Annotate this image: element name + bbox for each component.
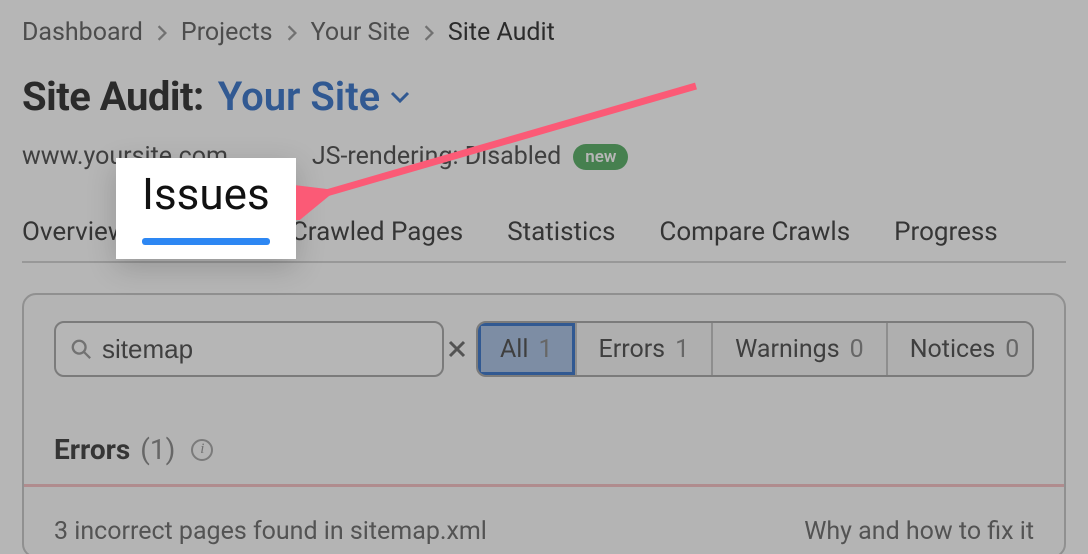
site-selector[interactable]: Your Site: [218, 73, 410, 120]
search-input[interactable]: [92, 334, 447, 365]
search-box[interactable]: [54, 321, 444, 377]
filter-count: 0: [850, 335, 864, 364]
tab-compare-crawls[interactable]: Compare Crawls: [659, 217, 850, 247]
chevron-right-icon: [157, 25, 167, 41]
info-icon[interactable]: i: [191, 439, 213, 461]
js-rendering-status: JS-rendering: Disabled: [312, 142, 561, 171]
filter-label: Warnings: [735, 335, 839, 364]
breadcrumb: Dashboard Projects Your Site Site Audit: [22, 18, 1066, 47]
filter-count: 0: [1005, 335, 1019, 364]
errors-heading: Errors (1) i: [54, 433, 1034, 466]
chevron-down-icon: [390, 90, 410, 104]
filter-count: 1: [538, 335, 552, 364]
chevron-right-icon: [287, 25, 297, 41]
issue-title: 3 incorrect pages found in sitemap.xml: [54, 517, 487, 546]
breadcrumb-item[interactable]: Projects: [181, 18, 273, 47]
breadcrumb-item-current: Site Audit: [448, 18, 555, 47]
search-icon: [70, 338, 92, 360]
error-divider: [24, 484, 1064, 487]
site-selector-label: Your Site: [218, 73, 380, 120]
filter-count: 1: [675, 335, 689, 364]
filter-label: Errors: [599, 335, 666, 364]
tabs: Overview Issues Crawled Pages Statistics…: [22, 217, 1066, 263]
filter-all[interactable]: All 1: [478, 323, 577, 375]
issues-panel: All 1 Errors 1 Warnings 0 Notices 0: [22, 293, 1066, 554]
errors-heading-label: Errors: [54, 433, 130, 466]
clear-icon[interactable]: [447, 339, 467, 359]
site-domain: www.yoursite.com: [22, 142, 228, 171]
tab-crawled-pages[interactable]: Crawled Pages: [291, 217, 463, 247]
tab-statistics[interactable]: Statistics: [507, 217, 615, 247]
issue-row[interactable]: 3 incorrect pages found in sitemap.xml W…: [54, 517, 1034, 546]
errors-heading-count: (1): [140, 433, 175, 466]
filter-warnings[interactable]: Warnings 0: [713, 323, 888, 375]
filter-notices[interactable]: Notices 0: [888, 323, 1034, 375]
issue-help-link[interactable]: Why and how to fix it: [804, 517, 1034, 546]
filter-label: Notices: [910, 335, 996, 364]
filter-label: All: [500, 335, 528, 364]
chevron-right-icon: [424, 25, 434, 41]
page-title-row: Site Audit: Your Site: [22, 73, 1066, 120]
filter-segmented: All 1 Errors 1 Warnings 0 Notices 0: [476, 321, 1034, 377]
breadcrumb-item[interactable]: Dashboard: [22, 18, 143, 47]
new-badge: new: [573, 144, 628, 170]
tab-progress[interactable]: Progress: [894, 217, 998, 247]
page-title: Site Audit:: [22, 73, 204, 120]
meta-row: www.yoursite.com JS-rendering: Disabled …: [22, 142, 1066, 171]
breadcrumb-item[interactable]: Your Site: [311, 18, 410, 47]
tab-overview[interactable]: Overview: [22, 217, 127, 247]
filter-errors[interactable]: Errors 1: [577, 323, 714, 375]
